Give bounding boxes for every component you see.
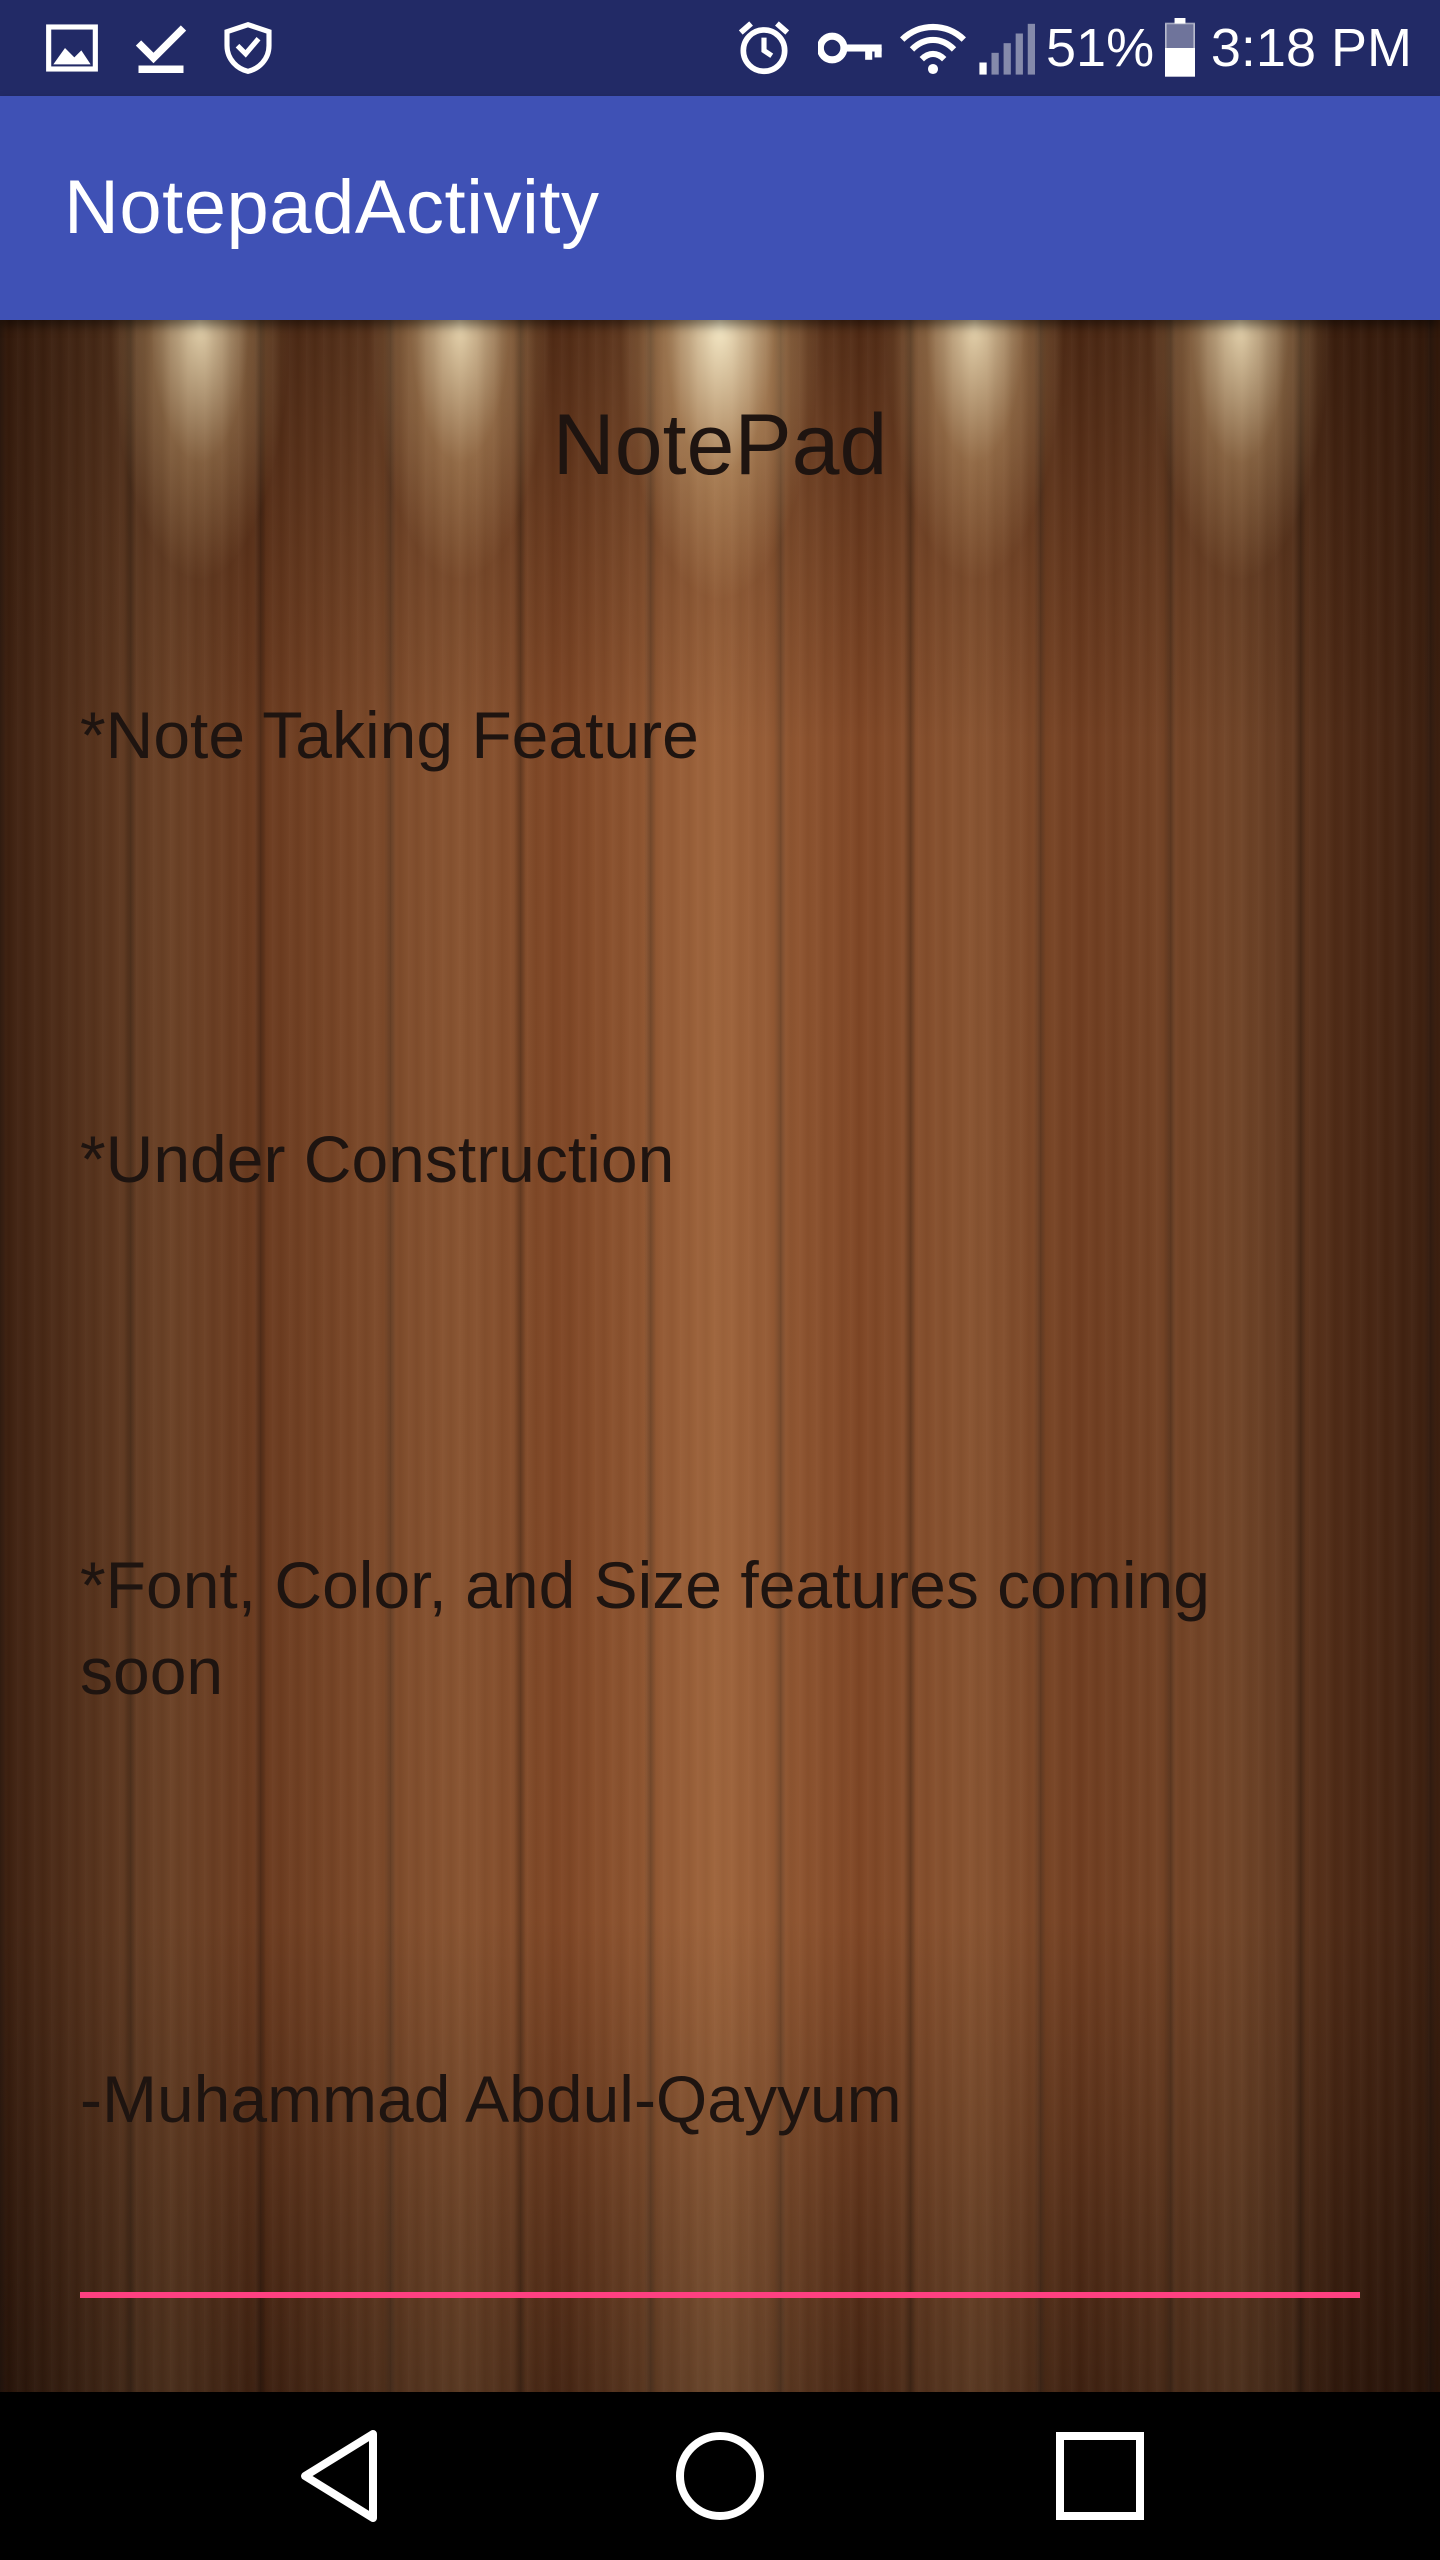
shield-icon xyxy=(216,18,280,78)
alarm-icon xyxy=(730,18,798,78)
clock: 3:18 PM xyxy=(1210,18,1412,78)
home-button[interactable] xyxy=(620,2392,820,2560)
note-line: -Muhammad Abdul-Qayyum xyxy=(80,2062,902,2136)
battery-percent: 51% xyxy=(1046,18,1155,78)
note-line: *Note Taking Feature xyxy=(80,698,699,772)
recents-icon xyxy=(1056,2432,1144,2520)
back-icon xyxy=(301,2430,377,2522)
key-icon xyxy=(816,18,886,78)
note-line: *Font, Color, and Size features coming s… xyxy=(80,1548,1229,1708)
app-title: NotepadActivity xyxy=(64,165,600,250)
download-done-icon xyxy=(126,18,196,78)
recents-button[interactable] xyxy=(1000,2392,1200,2560)
app-bar: NotepadActivity xyxy=(0,96,1440,320)
back-button[interactable] xyxy=(240,2392,440,2560)
status-bar: 51% 3:18 PM xyxy=(0,0,1440,96)
signal-icon xyxy=(974,18,1038,78)
battery-icon xyxy=(1160,18,1200,78)
wifi-icon xyxy=(896,18,970,78)
note-content-area: NotePad *Note Taking Feature *Under Cons… xyxy=(0,320,1440,2392)
note-input-underline[interactable] xyxy=(80,2292,1360,2298)
note-line: *Under Construction xyxy=(80,1122,675,1196)
screen: 51% 3:18 PM NotepadActivity NotePad *Not… xyxy=(0,0,1440,2560)
image-icon xyxy=(40,18,104,78)
navigation-bar xyxy=(0,2392,1440,2560)
note-heading: NotePad xyxy=(552,397,888,493)
home-icon xyxy=(676,2432,764,2520)
